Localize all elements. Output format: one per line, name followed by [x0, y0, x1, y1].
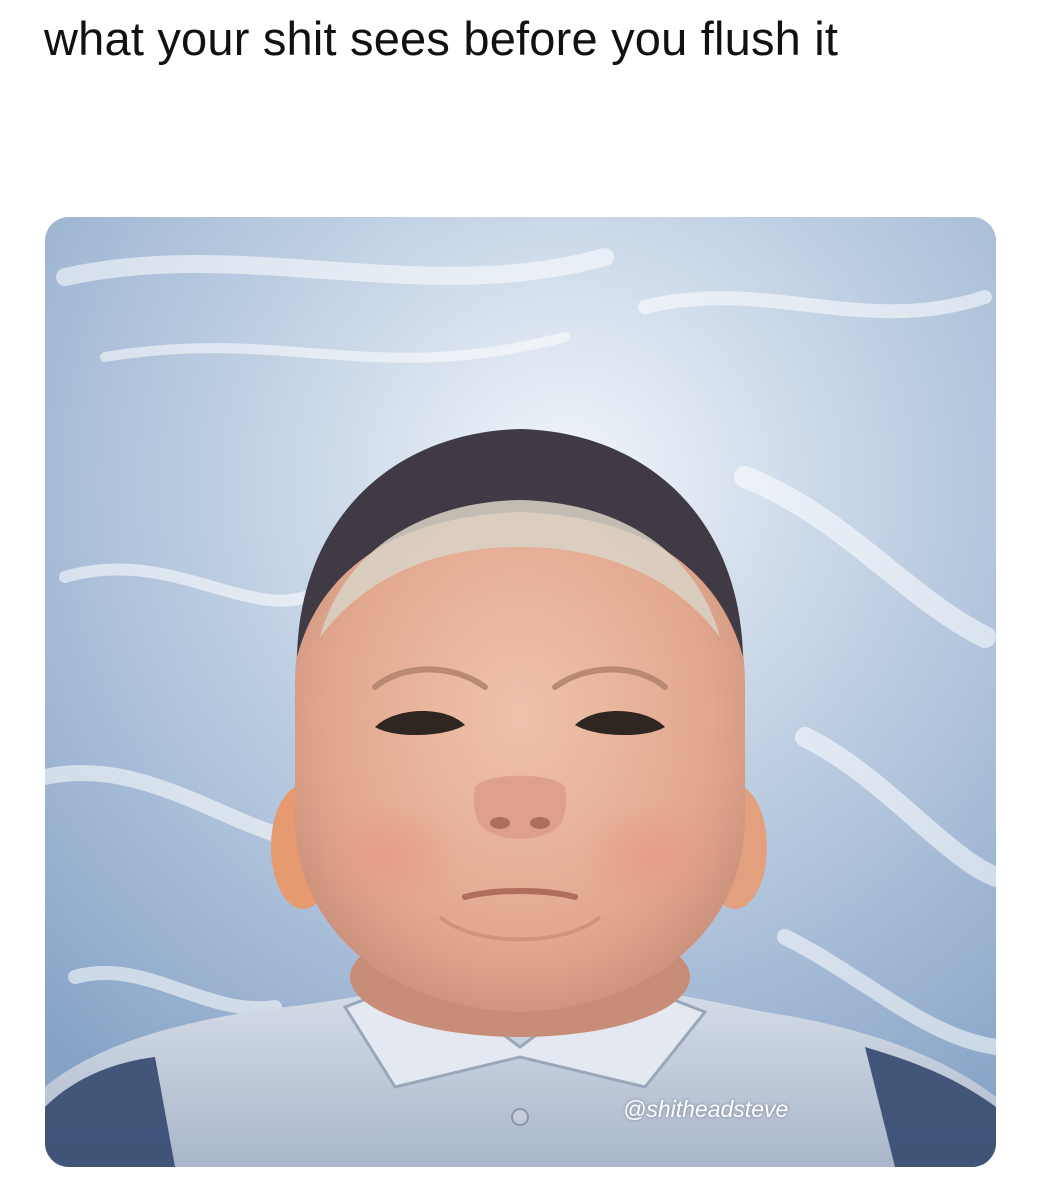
shirt-button	[511, 1108, 529, 1126]
nose	[474, 775, 566, 839]
post-photo[interactable]	[45, 217, 996, 1167]
post-caption: what your shit sees before you flush it	[44, 12, 839, 65]
meme-post: what your shit sees before you flush it	[0, 0, 1040, 1200]
photo-illustration	[45, 217, 996, 1167]
watermark-handle: @shitheadsteve	[623, 1096, 789, 1122]
